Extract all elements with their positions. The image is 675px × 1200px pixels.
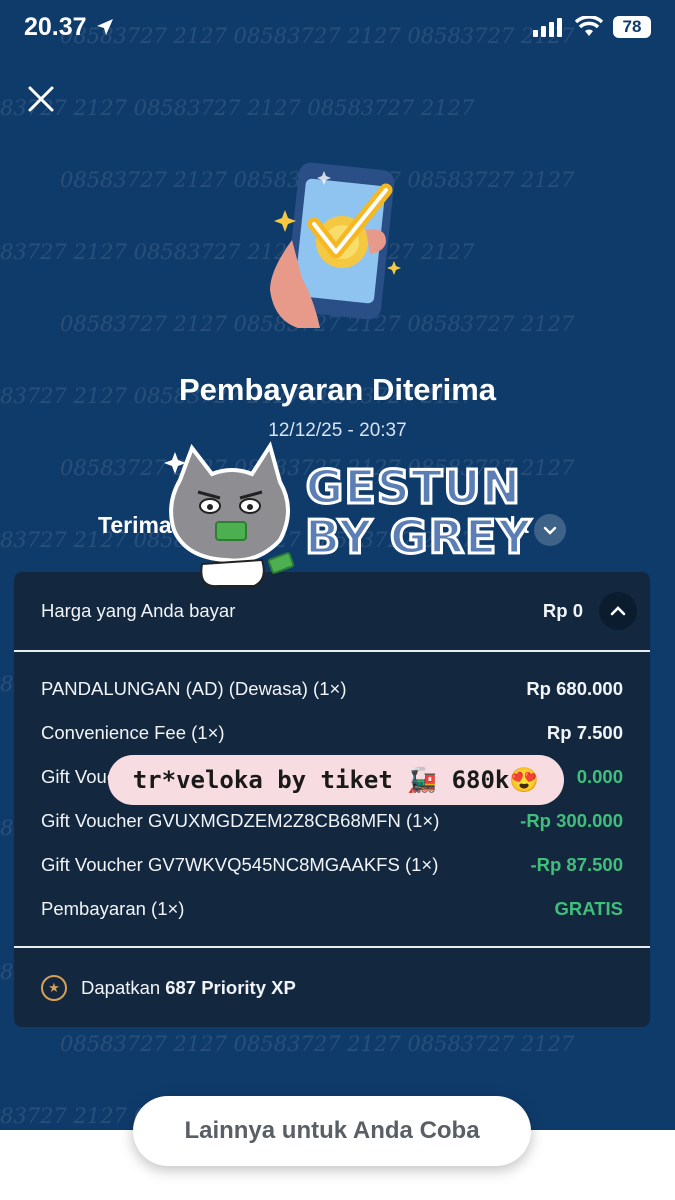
line-item-label: Pembayaran (1×) xyxy=(41,898,185,919)
status-bar: 20.37 78 xyxy=(0,0,675,54)
status-time-group: 20.37 xyxy=(24,13,115,42)
battery-indicator: 78 xyxy=(613,16,651,38)
close-button[interactable] xyxy=(26,84,56,114)
summary-value: Rp 0 xyxy=(542,600,583,621)
page-title: Pembayaran Diterima xyxy=(178,372,497,407)
gestun-line-2: BY GREY xyxy=(304,510,533,564)
xp-value: 687 Priority XP xyxy=(165,977,296,998)
line-item-label: Convenience Fee (1×) xyxy=(41,722,225,743)
gestun-line-1: GESTUN xyxy=(304,460,522,514)
payment-success-illustration xyxy=(270,162,401,328)
chevron-down-icon xyxy=(543,526,557,535)
status-time: 20.37 xyxy=(24,12,87,41)
expand-thanks-button[interactable] xyxy=(534,514,566,546)
line-item-row: Pembayaran (1×) GRATIS xyxy=(41,898,623,920)
line-item-label: Gift Voucher GV7WKVQ545NC8MGAAKFS (1×) xyxy=(41,854,439,875)
explore-more-button[interactable]: Lainnya untuk Anda Coba xyxy=(133,1096,531,1166)
summary-row: Harga yang Anda bayar Rp 0 xyxy=(41,600,623,622)
line-item-row: Convenience Fee (1×) Rp 7.500 xyxy=(41,722,623,744)
line-item-row: PANDALUNGAN (AD) (Dewasa) (1×) Rp 680.00… xyxy=(41,678,623,700)
line-item-label: Gift Voucher GVUXMGDZEM2Z8CB68MFN (1×) xyxy=(41,810,440,831)
gestun-logo-text: GESTUN BY GREY xyxy=(295,460,533,564)
payment-receipt-screen: 08583727 2127 08583727 2127 08583727 212… xyxy=(0,0,675,1200)
thanks-text: Terima xyxy=(98,512,172,538)
location-arrow-icon xyxy=(96,19,113,35)
line-item-value: GRATIS xyxy=(554,898,623,919)
chevron-up-icon xyxy=(610,606,626,616)
line-item-row: Gift Voucher GVUXMGDZEM2Z8CB68MFN (1×) -… xyxy=(41,810,623,832)
line-item-value: -Rp 300.000 xyxy=(520,810,623,831)
promo-banner: tr*veloka by tiket 🚂 680k😍 xyxy=(108,755,564,805)
status-indicators: 78 xyxy=(533,16,651,38)
card-divider-top xyxy=(14,650,650,652)
line-item-value: 0.000 xyxy=(576,766,623,787)
transaction-datetime: 12/12/25 - 20:37 xyxy=(268,420,407,441)
close-icon xyxy=(28,86,54,112)
line-item-value: -Rp 87.500 xyxy=(530,854,623,875)
summary-label: Harga yang Anda bayar xyxy=(41,600,236,621)
line-item-label: Gift Vouc xyxy=(41,766,117,787)
promo-banner-text: tr*veloka by tiket 🚂 680k😍 xyxy=(132,766,540,794)
priority-xp-row: ★ Dapatkan 687 Priority XP xyxy=(41,975,296,1001)
line-item-value: Rp 7.500 xyxy=(546,722,623,743)
cellular-signal-icon xyxy=(533,18,562,37)
star-icon: ★ xyxy=(41,975,67,1001)
line-item-value: Rp 680.000 xyxy=(526,678,623,699)
line-item-row: Gift Voucher GV7WKVQ545NC8MGAAKFS (1×) -… xyxy=(41,854,623,876)
cat-sticker xyxy=(164,441,295,588)
card-divider-bottom xyxy=(14,946,650,948)
xp-prefix: Dapatkan xyxy=(81,977,161,998)
wifi-icon xyxy=(575,16,603,36)
line-item-label: PANDALUNGAN (AD) (Dewasa) (1×) xyxy=(41,678,347,699)
watermark-line: 08583727 2127 08583727 2127 08583727 212… xyxy=(0,96,475,120)
collapse-details-button[interactable] xyxy=(599,592,637,630)
